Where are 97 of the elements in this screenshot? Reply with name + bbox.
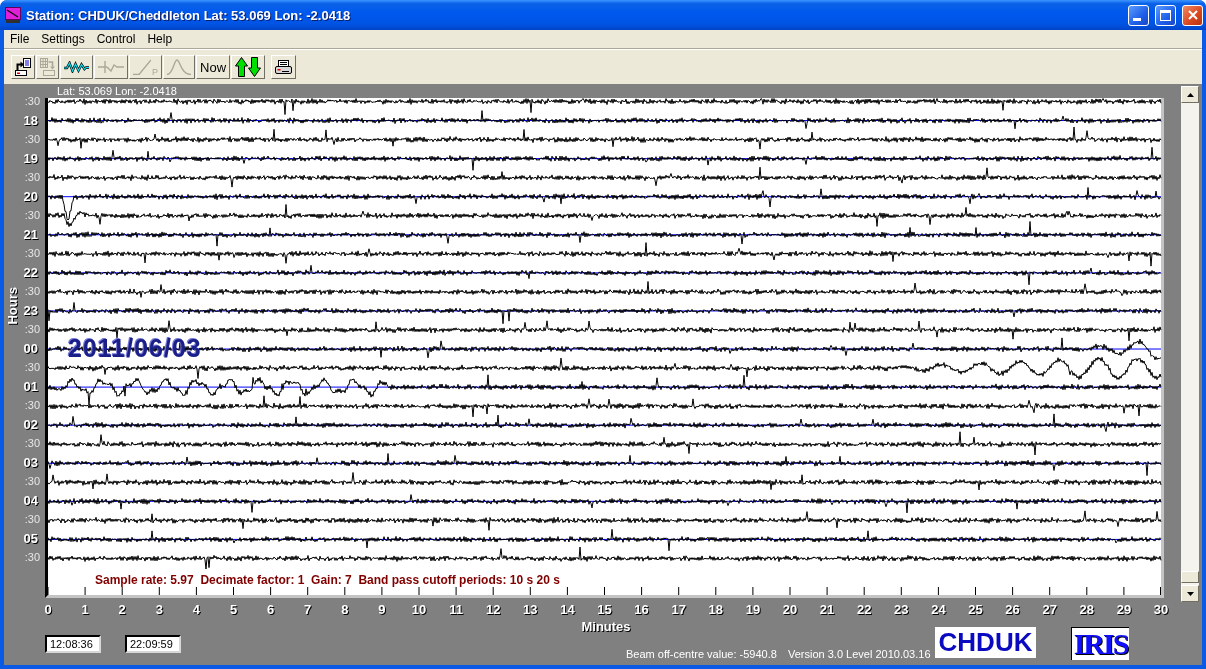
x-tick-label: 30 xyxy=(1153,602,1169,617)
hour-label: 04 xyxy=(23,493,38,509)
x-axis-title: Minutes xyxy=(581,619,631,634)
step-line-icon xyxy=(98,60,124,74)
x-tick-label: 2 xyxy=(118,602,126,617)
scrollbar-thumb[interactable] xyxy=(1181,571,1199,583)
scroll-down-button[interactable] xyxy=(1181,585,1199,602)
half-hour-label: :30 xyxy=(24,170,40,184)
x-tick-label: 23 xyxy=(894,602,909,617)
x-tick-label: 0 xyxy=(44,602,52,617)
wave-icon xyxy=(64,61,89,73)
x-tick-label: 1 xyxy=(81,602,89,617)
scrollbar[interactable] xyxy=(1181,86,1199,602)
x-tick-label: 7 xyxy=(304,602,312,617)
x-tick-label: 21 xyxy=(819,602,835,617)
half-hour-label: :30 xyxy=(24,132,40,146)
hour-label: 22 xyxy=(23,264,38,280)
maximize-icon xyxy=(1160,9,1171,21)
x-tick-label: 12 xyxy=(485,602,501,617)
ramp-line-icon xyxy=(133,59,151,75)
up-down-arrows-icon xyxy=(235,57,262,77)
caret-down-icon xyxy=(1186,591,1194,596)
menu-item[interactable]: Control xyxy=(91,30,141,48)
window-title: Station: CHDUK/Cheddleton Lat: 53.069 Lon: -2.0418 xyxy=(26,7,351,23)
app-icon xyxy=(5,7,21,23)
bell-curve-icon xyxy=(167,59,191,75)
half-hour-label: :30 xyxy=(24,475,40,489)
toolbar-button[interactable] xyxy=(60,55,93,79)
scroll-up-button[interactable] xyxy=(1181,86,1199,103)
minimize-icon xyxy=(1132,17,1141,21)
x-tick-label: 24 xyxy=(931,602,946,617)
half-hour-label: :30 xyxy=(24,94,40,108)
x-tick-label: 9 xyxy=(378,602,386,617)
hour-label: 21 xyxy=(23,226,38,242)
x-tick-label: 20 xyxy=(782,602,798,617)
x-tick-label: 14 xyxy=(560,602,575,617)
x-tick-label: 18 xyxy=(708,602,724,617)
hour-label: 19 xyxy=(23,150,38,166)
x-tick-label: 10 xyxy=(411,602,427,617)
half-hour-label: :30 xyxy=(24,284,40,298)
x-tick-label: 27 xyxy=(1042,602,1057,617)
hour-label: 23 xyxy=(23,302,38,318)
hour-label: 05 xyxy=(23,531,38,547)
x-tick-label: 11 xyxy=(449,602,463,617)
minimize-button[interactable] xyxy=(1128,4,1149,26)
recording-info: Sample rate: 5.97 Decimate factor: 1 Gain: 7 Band pass cutoff periods: 10 s 20 s xyxy=(95,573,560,587)
network-logo: IRIS xyxy=(1071,627,1129,660)
half-hour-label: :30 xyxy=(24,360,40,374)
toolbar-button[interactable] xyxy=(11,55,35,79)
x-tick-label: 5 xyxy=(229,602,238,617)
half-hour-label: :30 xyxy=(24,437,40,451)
hour-label: 01 xyxy=(23,379,38,394)
menu-item[interactable]: Help xyxy=(142,30,178,48)
half-hour-label: :30 xyxy=(24,513,40,527)
x-tick-label: 22 xyxy=(856,602,872,617)
x-tick-label: 16 xyxy=(634,602,649,617)
close-button[interactable] xyxy=(1182,4,1203,26)
menu-item[interactable]: Settings xyxy=(36,30,90,48)
x-tick-label: 13 xyxy=(523,602,538,617)
x-tick-label: 3 xyxy=(155,602,163,617)
caret-up-icon xyxy=(1186,92,1194,97)
export-arrow-icon xyxy=(15,58,31,76)
station-logo: CHDUK xyxy=(935,627,1036,658)
toolbar-button[interactable]: Now xyxy=(196,55,231,79)
grid-document-arrow-icon xyxy=(40,58,55,76)
end-time-field: 22:09:59 xyxy=(125,635,181,653)
x-tick-label: 25 xyxy=(968,602,983,617)
x-tick-label: 19 xyxy=(745,602,761,617)
maximize-button[interactable] xyxy=(1155,4,1176,26)
hour-label: 18 xyxy=(23,112,38,128)
hour-label: 02 xyxy=(23,417,38,433)
start-time-field: 12:08:36 xyxy=(45,635,101,653)
close-icon xyxy=(1187,10,1198,20)
toolbar-button[interactable] xyxy=(271,55,297,79)
toolbar-button[interactable] xyxy=(231,55,266,79)
x-tick-label: 26 xyxy=(1005,602,1020,617)
half-hour-label: :30 xyxy=(24,322,40,336)
printer-icon xyxy=(275,60,293,74)
y-axis-title: Hours xyxy=(4,287,20,325)
x-tick-label: 6 xyxy=(267,602,275,617)
x-tick-label: 15 xyxy=(597,602,612,617)
half-hour-label: :30 xyxy=(24,208,40,222)
half-hour-label: :30 xyxy=(24,399,40,412)
location-label: Lat: 53.069 Lon: -2.0418 xyxy=(57,85,177,97)
x-tick-label: 4 xyxy=(192,602,200,617)
menu-item[interactable]: File xyxy=(5,30,35,48)
x-tick-label: 29 xyxy=(1116,602,1132,617)
half-hour-label: :30 xyxy=(24,551,40,565)
x-tick-label: 8 xyxy=(341,602,349,617)
hour-label: 20 xyxy=(23,188,38,204)
hour-label: 00 xyxy=(23,340,38,356)
version-text: Version 3.0 Level 2010.03.16 xyxy=(788,648,932,661)
beam-offset-text: Beam off-centre value: -5940.8 xyxy=(626,648,778,661)
x-tick-label: 17 xyxy=(671,602,686,617)
hour-label: 03 xyxy=(23,455,38,471)
half-hour-label: :30 xyxy=(24,246,40,260)
x-tick-label: 28 xyxy=(1079,602,1095,617)
